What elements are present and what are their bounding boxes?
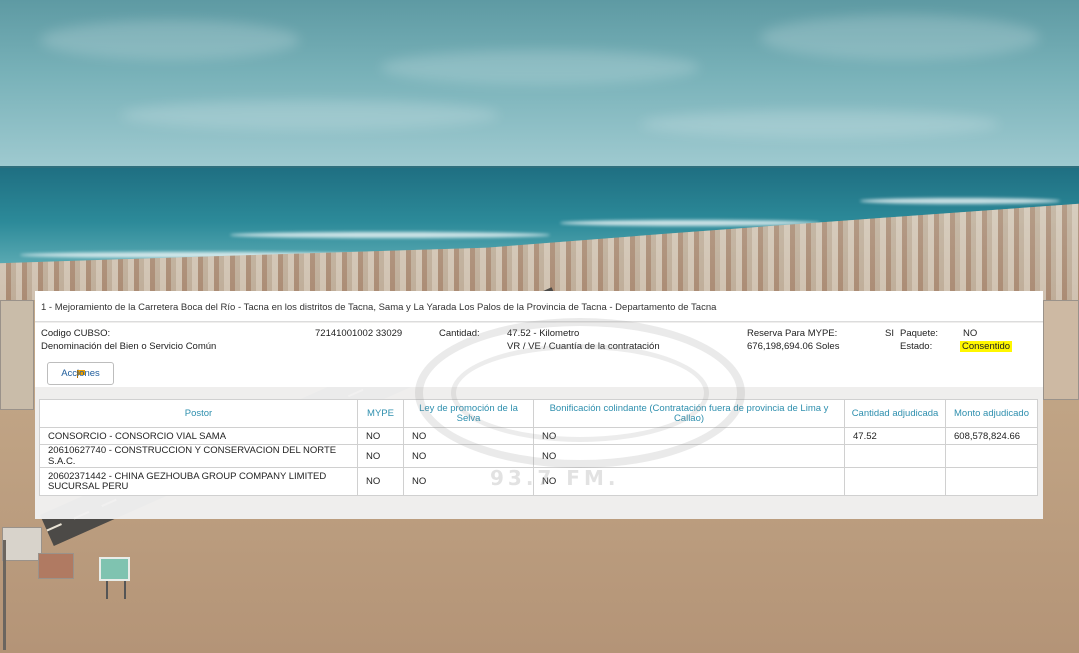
cell-monto <box>945 444 1038 468</box>
cell-bonificacion: NO <box>533 467 845 496</box>
table-row: CONSORCIO - CONSORCIO VIAL SAMA NO NO NO… <box>39 427 1038 445</box>
cell-monto: 608,578,824.66 <box>945 427 1038 445</box>
table-row: 20602371442 - CHINA GEZHOUBA GROUP COMPA… <box>39 467 1038 496</box>
col-header-monto[interactable]: Monto adjudicado <box>945 399 1038 428</box>
house <box>38 553 74 579</box>
cantidad-label: Cantidad: <box>439 328 480 339</box>
cell-bonificacion: NO <box>533 427 845 445</box>
roadside-billboard <box>99 557 130 581</box>
cell-mype: NO <box>357 444 404 468</box>
codigo-label: Codigo CUBSO: <box>41 328 111 339</box>
denominacion-label: Denominación del Bien o Servicio Común <box>41 341 217 352</box>
cell-cantidad <box>844 467 946 496</box>
cell-mype: NO <box>357 467 404 496</box>
cell-ley: NO <box>403 427 534 445</box>
sky <box>0 0 1079 168</box>
col-header-cantidad[interactable]: Cantidad adjudicada <box>844 399 946 428</box>
table-row: 20610627740 - CONSTRUCCION Y CONSERVACIO… <box>39 444 1038 468</box>
col-header-bonificacion[interactable]: Bonificación colindante (Contratación fu… <box>533 399 845 428</box>
cell-cantidad: 47.52 <box>844 427 946 445</box>
col-header-postor[interactable]: Postor <box>39 399 358 428</box>
estado-label: Estado: <box>900 341 933 352</box>
cell-monto <box>945 467 1038 496</box>
paquete-label: Paquete: <box>900 328 939 339</box>
cell-mype: NO <box>357 427 404 445</box>
bidders-table: Postor MYPE Ley de promoción de la Selva… <box>39 399 1038 496</box>
house <box>2 527 42 561</box>
acciones-label: Acciones <box>61 368 100 379</box>
estado-badge: Consentido <box>960 341 1013 352</box>
col-header-ley-selva[interactable]: Ley de promoción de la Selva <box>403 399 534 428</box>
reserva-mype-value: SI <box>885 328 894 339</box>
table-header-row: Postor MYPE Ley de promoción de la Selva… <box>39 399 1038 428</box>
cell-ley: NO <box>403 467 534 496</box>
utility-pole <box>3 540 6 650</box>
cell-postor: 20610627740 - CONSTRUCCION Y CONSERVACIO… <box>39 444 358 468</box>
cell-postor: 20602371442 - CHINA GEZHOUBA GROUP COMPA… <box>39 467 358 496</box>
acciones-button[interactable]: Acciones <box>47 362 114 385</box>
item-title: 1 - Mejoramiento de la Carretera Boca de… <box>35 291 1043 322</box>
reserva-mype-label: Reserva Para MYPE: <box>747 328 838 339</box>
house <box>0 300 34 410</box>
cell-bonificacion: NO <box>533 444 845 468</box>
monto-value: 676,198,694.06 Soles <box>747 341 840 352</box>
vr-label: VR / VE / Cuantía de la contratación <box>507 341 660 352</box>
codigo-value: 72141001002 33029 <box>315 328 403 339</box>
paquete-value: NO <box>963 328 978 339</box>
house <box>1043 300 1079 400</box>
procurement-panel: 1 - Mejoramiento de la Carretera Boca de… <box>35 291 1043 519</box>
cell-postor: CONSORCIO - CONSORCIO VIAL SAMA <box>39 427 358 445</box>
cell-cantidad <box>844 444 946 468</box>
col-header-mype[interactable]: MYPE <box>357 399 404 428</box>
cantidad-value: 47.52 - Kilometro <box>507 328 580 339</box>
item-info: Codigo CUBSO: 72141001002 33029 Denomina… <box>35 323 1043 387</box>
cell-ley: NO <box>403 444 534 468</box>
